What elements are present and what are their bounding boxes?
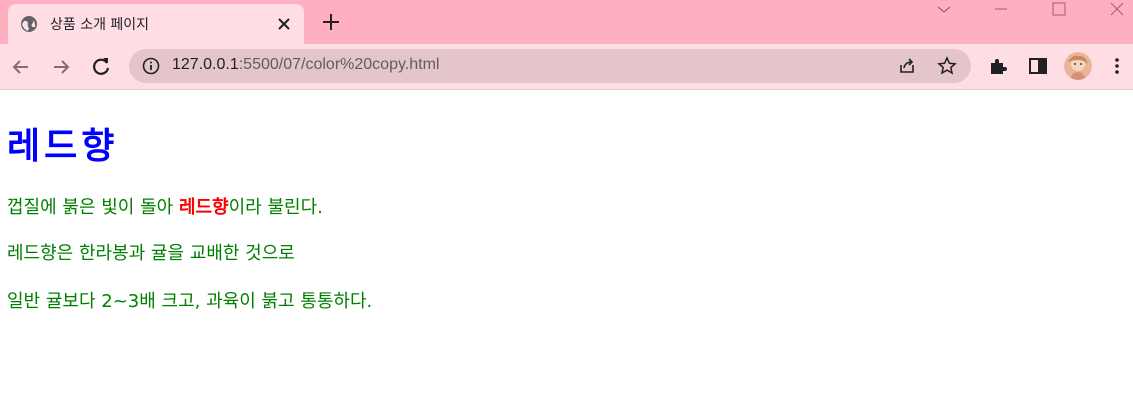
new-tab-plus-icon[interactable] (320, 11, 342, 33)
avatar[interactable] (1064, 52, 1092, 80)
url-path: :5500/07/color%20copy.html (238, 56, 440, 73)
paragraph-1-after: 이라 불린다. (228, 197, 323, 218)
extensions-puzzle-icon[interactable] (987, 55, 1009, 77)
page-heading: 레드향 (7, 125, 119, 167)
paragraph-3: 일반 귤보다 2~3배 크고, 과육이 붉고 통통하다. (7, 291, 373, 312)
reload-icon[interactable] (89, 55, 113, 79)
profile-avatar-icon (1064, 52, 1092, 80)
browser-toolbar: 127.0.0.1:5500/07/color%20copy.html (0, 44, 1133, 90)
globe-icon (21, 16, 37, 32)
browser-tab[interactable]: 상품 소개 페이지 (8, 4, 304, 44)
bookmark-star-icon[interactable] (937, 56, 957, 76)
close-icon[interactable] (274, 14, 294, 34)
url-host: 127.0.0.1 (172, 56, 239, 73)
minimize-icon[interactable] (972, 0, 1030, 20)
url-text[interactable]: 127.0.0.1:5500/07/color%20copy.html (172, 56, 439, 74)
side-panel-icon[interactable] (1027, 55, 1049, 77)
paragraph-2: 레드향은 한라봉과 귤을 교배한 것으로 (7, 243, 295, 264)
paragraph-1: 껍질에 붉은 빛이 돌아 레드향이라 불린다. (7, 193, 323, 219)
chevron-down-icon[interactable] (932, 0, 956, 20)
address-bar[interactable]: 127.0.0.1:5500/07/color%20copy.html (129, 49, 971, 83)
back-arrow-icon[interactable] (9, 55, 33, 79)
forward-arrow-icon[interactable] (49, 55, 73, 79)
paragraph-1-before: 껍질에 붉은 빛이 돌아 (7, 197, 179, 218)
highlight-text: 레드향 (178, 197, 229, 218)
site-info-icon[interactable] (142, 57, 160, 75)
maximize-icon[interactable] (1030, 0, 1088, 20)
share-icon[interactable] (897, 56, 917, 76)
page-content: 레드향 껍질에 붉은 빛이 돌아 레드향이라 불린다. 레드향은 한라봉과 귤을… (0, 91, 1133, 403)
window-close-icon[interactable] (1088, 0, 1133, 20)
title-bar: 상품 소개 페이지 (0, 0, 1133, 44)
tab-title: 상품 소개 페이지 (50, 17, 150, 33)
kebab-menu-icon[interactable] (1106, 55, 1128, 77)
